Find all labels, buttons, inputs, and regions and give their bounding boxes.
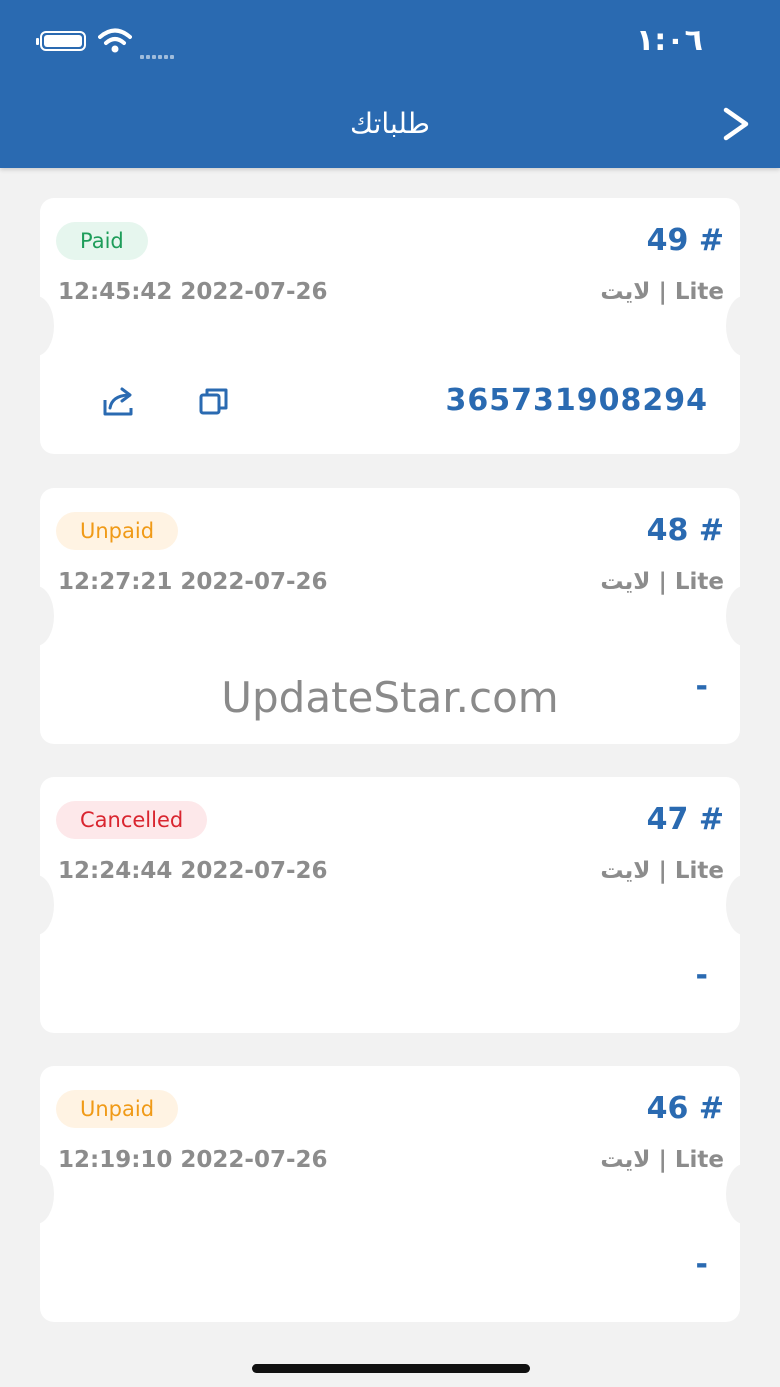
card-notch-right (726, 586, 762, 646)
card-notch-right (726, 875, 762, 935)
order-timestamp: 12:45:42 2022-07-26 (58, 279, 328, 305)
status-bar: ١:٠٦ (0, 0, 780, 84)
page-title: طلباتك (350, 107, 430, 140)
order-timestamp: 12:27:21 2022-07-26 (58, 569, 328, 595)
status-badge: Cancelled (56, 801, 208, 839)
copy-icon[interactable] (196, 384, 232, 420)
app-header: ١:٠٦ طلباتك (0, 0, 780, 168)
order-number: 46 # (646, 1091, 724, 1126)
order-card[interactable]: Unpaid 46 # 12:19:10 2022-07-26 لايت | L… (18, 1066, 762, 1322)
share-icon[interactable] (100, 384, 136, 420)
card-notch-left (18, 296, 54, 356)
order-plan: لايت | Lite (600, 1147, 724, 1173)
order-number: 49 # (646, 223, 724, 258)
card-notch-right (726, 296, 762, 356)
card-notch-left (18, 1164, 54, 1224)
status-time: ١:٠٦ (636, 23, 703, 58)
order-number: 47 # (646, 802, 724, 837)
order-card[interactable]: Cancelled 47 # 12:24:44 2022-07-26 لايت … (18, 777, 762, 1033)
order-card[interactable]: Paid 49 # 12:45:42 2022-07-26 لايت | Lit… (18, 198, 762, 454)
order-code: - (695, 1247, 708, 1282)
order-timestamp: 12:24:44 2022-07-26 (58, 858, 328, 884)
order-plan: لايت | Lite (600, 858, 724, 884)
cellular-signal-icon (140, 44, 176, 63)
card-notch-left (18, 875, 54, 935)
order-code: 365731908294 (445, 383, 708, 418)
order-number: 48 # (646, 513, 724, 548)
watermark: UpdateStar.com (221, 673, 559, 722)
card-notch-right (726, 1164, 762, 1224)
status-badge: Unpaid (56, 1090, 179, 1128)
card-notch-left (18, 586, 54, 646)
order-plan: لايت | Lite (600, 569, 724, 595)
status-badge: Unpaid (56, 512, 179, 550)
order-plan: لايت | Lite (600, 279, 724, 305)
order-code: - (695, 958, 708, 993)
status-badge: Paid (56, 222, 148, 260)
back-chevron-icon[interactable] (720, 104, 754, 144)
order-timestamp: 12:19:10 2022-07-26 (58, 1147, 328, 1173)
battery-icon (36, 31, 86, 51)
wifi-icon (98, 28, 132, 53)
home-indicator[interactable] (252, 1364, 530, 1373)
